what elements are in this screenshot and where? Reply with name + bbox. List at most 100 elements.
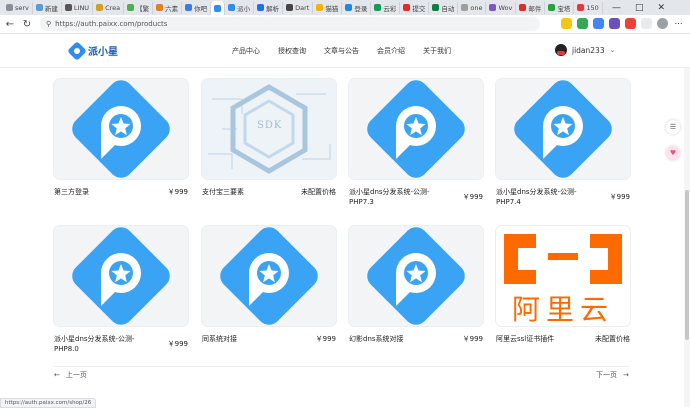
browser-tab[interactable]: serv bbox=[3, 1, 33, 14]
logo-icon bbox=[67, 40, 87, 61]
browser-tab[interactable]: 登录 bbox=[342, 1, 372, 14]
url-field[interactable]: ⚲ https://auth.paixx.com/products bbox=[40, 17, 540, 31]
aliyun-wordmark: 阿里云 bbox=[511, 293, 614, 326]
scrollbar-thumb[interactable] bbox=[685, 190, 689, 340]
browser-tab[interactable]: 六素 bbox=[153, 1, 183, 14]
back-arrow-icon[interactable]: ← bbox=[3, 19, 17, 30]
product-title[interactable]: 支付宝三要素 bbox=[202, 187, 306, 197]
browser-tab-label: 派小 bbox=[237, 4, 251, 13]
product-image[interactable] bbox=[54, 79, 188, 179]
favicon-icon bbox=[286, 4, 294, 11]
site-logo[interactable]: 派小星 bbox=[67, 40, 118, 61]
browser-tab-label: 【繁 bbox=[136, 4, 150, 13]
browser-tab-active[interactable] bbox=[211, 1, 226, 15]
browser-tab[interactable]: 云彩 bbox=[371, 1, 401, 14]
browser-tab-label: Dart bbox=[295, 3, 310, 12]
paixiaoxing-logo-icon bbox=[72, 80, 170, 178]
nav-item-products[interactable]: 产品中心 bbox=[232, 46, 260, 56]
menu-icon[interactable]: ⋯ bbox=[673, 18, 684, 29]
prev-page-label: 上一页 bbox=[65, 371, 87, 379]
product-price: ￥999 bbox=[167, 188, 188, 196]
browser-tab[interactable]: 自动 bbox=[429, 1, 459, 14]
minimize-icon[interactable]: — bbox=[612, 3, 621, 13]
site-info-icon[interactable]: ⚲ bbox=[46, 20, 51, 28]
browser-tab[interactable]: 猫猫 bbox=[313, 1, 343, 14]
product-title[interactable]: 幻影dns系统对接 bbox=[349, 334, 453, 344]
favicon-icon bbox=[345, 4, 353, 11]
product-title[interactable]: 第三方登录 bbox=[54, 187, 158, 197]
browser-tab[interactable]: LINU bbox=[62, 1, 94, 14]
browser-tab[interactable]: one bbox=[458, 1, 487, 14]
product-title[interactable]: 派小星dns分发系统-公测-PHP7.4 bbox=[496, 187, 600, 207]
browser-tab-label: 自动 bbox=[441, 4, 455, 13]
browser-tab-label: 邮件 bbox=[528, 4, 542, 13]
close-icon[interactable]: ✕ bbox=[658, 3, 666, 13]
browser-tab-label: 猫猫 bbox=[325, 4, 339, 13]
extension-icon[interactable] bbox=[561, 18, 572, 29]
product-title[interactable]: 派小星dns分发系统-公测-PHP7.3 bbox=[349, 187, 453, 207]
favicon-icon bbox=[185, 4, 193, 11]
nav-item-about[interactable]: 关于我们 bbox=[423, 46, 451, 56]
browser-tab[interactable]: 派小 bbox=[225, 1, 255, 14]
browser-tab[interactable]: 新建 bbox=[33, 1, 62, 14]
product-price: ￥999 bbox=[315, 335, 336, 343]
paixiaoxing-logo-icon bbox=[514, 80, 612, 178]
browser-tab-label: Crea bbox=[105, 3, 121, 12]
next-page-link[interactable]: 下一页 → bbox=[596, 370, 629, 380]
favicon-icon bbox=[228, 4, 236, 11]
product-image[interactable]: SDK bbox=[202, 79, 336, 179]
favicon-icon bbox=[577, 4, 585, 11]
browser-tab[interactable]: Crea bbox=[93, 1, 125, 14]
extension-icon[interactable] bbox=[641, 18, 652, 29]
divider bbox=[54, 366, 630, 367]
maximize-icon[interactable]: □ bbox=[635, 3, 644, 13]
browser-tab[interactable]: 【繁 bbox=[124, 1, 154, 14]
nav-item-articles[interactable]: 文章与公告 bbox=[324, 46, 359, 56]
nav-item-membership[interactable]: 会员介绍 bbox=[377, 46, 405, 56]
favicon-icon bbox=[489, 4, 497, 11]
product-image[interactable]: 阿里云 bbox=[496, 226, 630, 326]
nav-item-license-query[interactable]: 授权查询 bbox=[278, 46, 306, 56]
product-price: 未配置价格 bbox=[301, 188, 336, 196]
side-toolbar: ☰ ♥ bbox=[666, 120, 680, 160]
prev-page-link[interactable]: ← 上一页 bbox=[54, 370, 87, 380]
extension-icon[interactable] bbox=[609, 18, 620, 29]
browser-tab[interactable]: Wov bbox=[486, 1, 517, 14]
product-image[interactable] bbox=[496, 79, 630, 179]
product-image[interactable] bbox=[54, 226, 188, 326]
product-image[interactable] bbox=[202, 226, 336, 326]
browser-tab-label: LINU bbox=[73, 3, 90, 12]
extension-icons: ⋯ bbox=[561, 18, 684, 29]
feedback-icon[interactable]: ♥ bbox=[666, 146, 680, 160]
arrow-left-icon: ← bbox=[54, 371, 60, 379]
user-menu[interactable]: jidan233 ⌄ bbox=[555, 44, 615, 56]
customer-service-icon[interactable]: ☰ bbox=[666, 120, 680, 134]
favicon-icon bbox=[548, 4, 556, 11]
browser-tab[interactable]: 解析 bbox=[254, 1, 284, 14]
extension-icon[interactable] bbox=[625, 18, 636, 29]
product-price: 未配置价格 bbox=[595, 335, 630, 343]
reload-icon[interactable]: ↻ bbox=[20, 19, 34, 30]
product-image[interactable] bbox=[349, 226, 483, 326]
product-title[interactable]: 同系统对接 bbox=[202, 334, 306, 344]
profile-icon[interactable] bbox=[657, 18, 668, 29]
browser-tab[interactable]: 150 bbox=[574, 1, 603, 14]
extension-icon[interactable] bbox=[593, 18, 604, 29]
browser-tab[interactable]: 邮件 bbox=[516, 1, 546, 14]
product-image[interactable] bbox=[349, 79, 483, 179]
favicon-icon bbox=[519, 4, 527, 11]
favicon-icon bbox=[374, 4, 382, 11]
extension-icon[interactable] bbox=[577, 18, 588, 29]
browser-tab[interactable]: 你吧 bbox=[182, 1, 212, 14]
browser-tab[interactable]: 宝塔 bbox=[545, 1, 575, 14]
product-title[interactable]: 阿里云ssl证书插件 bbox=[496, 334, 600, 344]
chevron-down-icon: ⌄ bbox=[609, 46, 616, 54]
window-controls: — □ ✕ bbox=[612, 0, 665, 15]
favicon-icon bbox=[432, 4, 440, 11]
paixiaoxing-logo-icon bbox=[367, 80, 465, 178]
browser-tab[interactable]: Dart bbox=[283, 1, 314, 14]
browser-tab-label: 你吧 bbox=[194, 4, 208, 13]
browser-tab[interactable]: 提交 bbox=[400, 1, 430, 14]
product-title[interactable]: 派小星dns分发系统-公测-PHP8.0 bbox=[54, 334, 158, 354]
browser-tab-label: 提交 bbox=[412, 4, 426, 13]
